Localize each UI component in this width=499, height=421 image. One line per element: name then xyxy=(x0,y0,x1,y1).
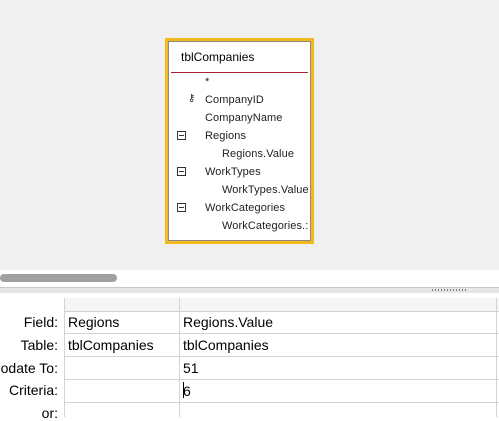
field-item-workcategories-value[interactable]: WorkCategories.: xyxy=(222,220,308,232)
row-label-update-to: odate To: xyxy=(0,360,58,376)
field-item-workcategories[interactable]: WorkCategories xyxy=(205,202,285,214)
collapse-icon-workcategories[interactable] xyxy=(177,203,186,212)
field-item-companyid[interactable]: CompanyID xyxy=(205,94,264,106)
grid-cell-criteria-2[interactable]: 6 xyxy=(179,380,496,402)
row-label-or: or: xyxy=(41,405,58,421)
row-label-table: Table: xyxy=(20,337,58,353)
column-selector-bar[interactable] xyxy=(64,298,499,312)
field-item-regions[interactable]: Regions xyxy=(205,130,246,142)
primary-key-icon: ⚷ xyxy=(188,93,196,104)
field-list-title[interactable]: tblCompanies xyxy=(181,50,254,64)
row-label-field: Field: xyxy=(23,314,58,330)
grid-line xyxy=(64,402,499,403)
row-label-criteria: Criteria: xyxy=(8,382,58,398)
grid-cell-field-1[interactable]: Regions xyxy=(64,311,179,333)
title-divider xyxy=(171,72,308,73)
grid-cell-table-1[interactable]: tblCompanies xyxy=(64,334,179,356)
splitter-grip-icon[interactable] xyxy=(432,289,468,291)
grid-cell-table-2[interactable]: tblCompanies xyxy=(179,334,496,356)
grid-cell-update-to-1[interactable] xyxy=(64,357,179,379)
grid-line xyxy=(496,298,497,417)
field-list-body: tblCompanies * ⚷ CompanyID CompanyName R… xyxy=(168,41,311,241)
field-item-all[interactable]: * xyxy=(205,76,209,88)
collapse-icon-regions[interactable] xyxy=(177,131,186,140)
horizontal-scrollbar-thumb[interactable] xyxy=(0,274,117,282)
grid-cell-update-to-2[interactable]: 51 xyxy=(179,357,496,379)
field-list-tblcompanies[interactable]: tblCompanies * ⚷ CompanyID CompanyName R… xyxy=(165,38,314,244)
field-item-regions-value[interactable]: Regions.Value xyxy=(222,148,294,160)
field-item-worktypes-value[interactable]: WorkTypes.Value xyxy=(222,184,309,196)
text-caret xyxy=(183,382,184,398)
grid-cell-criteria-1[interactable] xyxy=(64,380,179,402)
grid-cell-field-2[interactable]: Regions.Value xyxy=(179,311,496,333)
collapse-icon-worktypes[interactable] xyxy=(177,167,186,176)
field-item-worktypes[interactable]: WorkTypes xyxy=(205,166,261,178)
field-item-companyname[interactable]: CompanyName xyxy=(205,112,283,124)
